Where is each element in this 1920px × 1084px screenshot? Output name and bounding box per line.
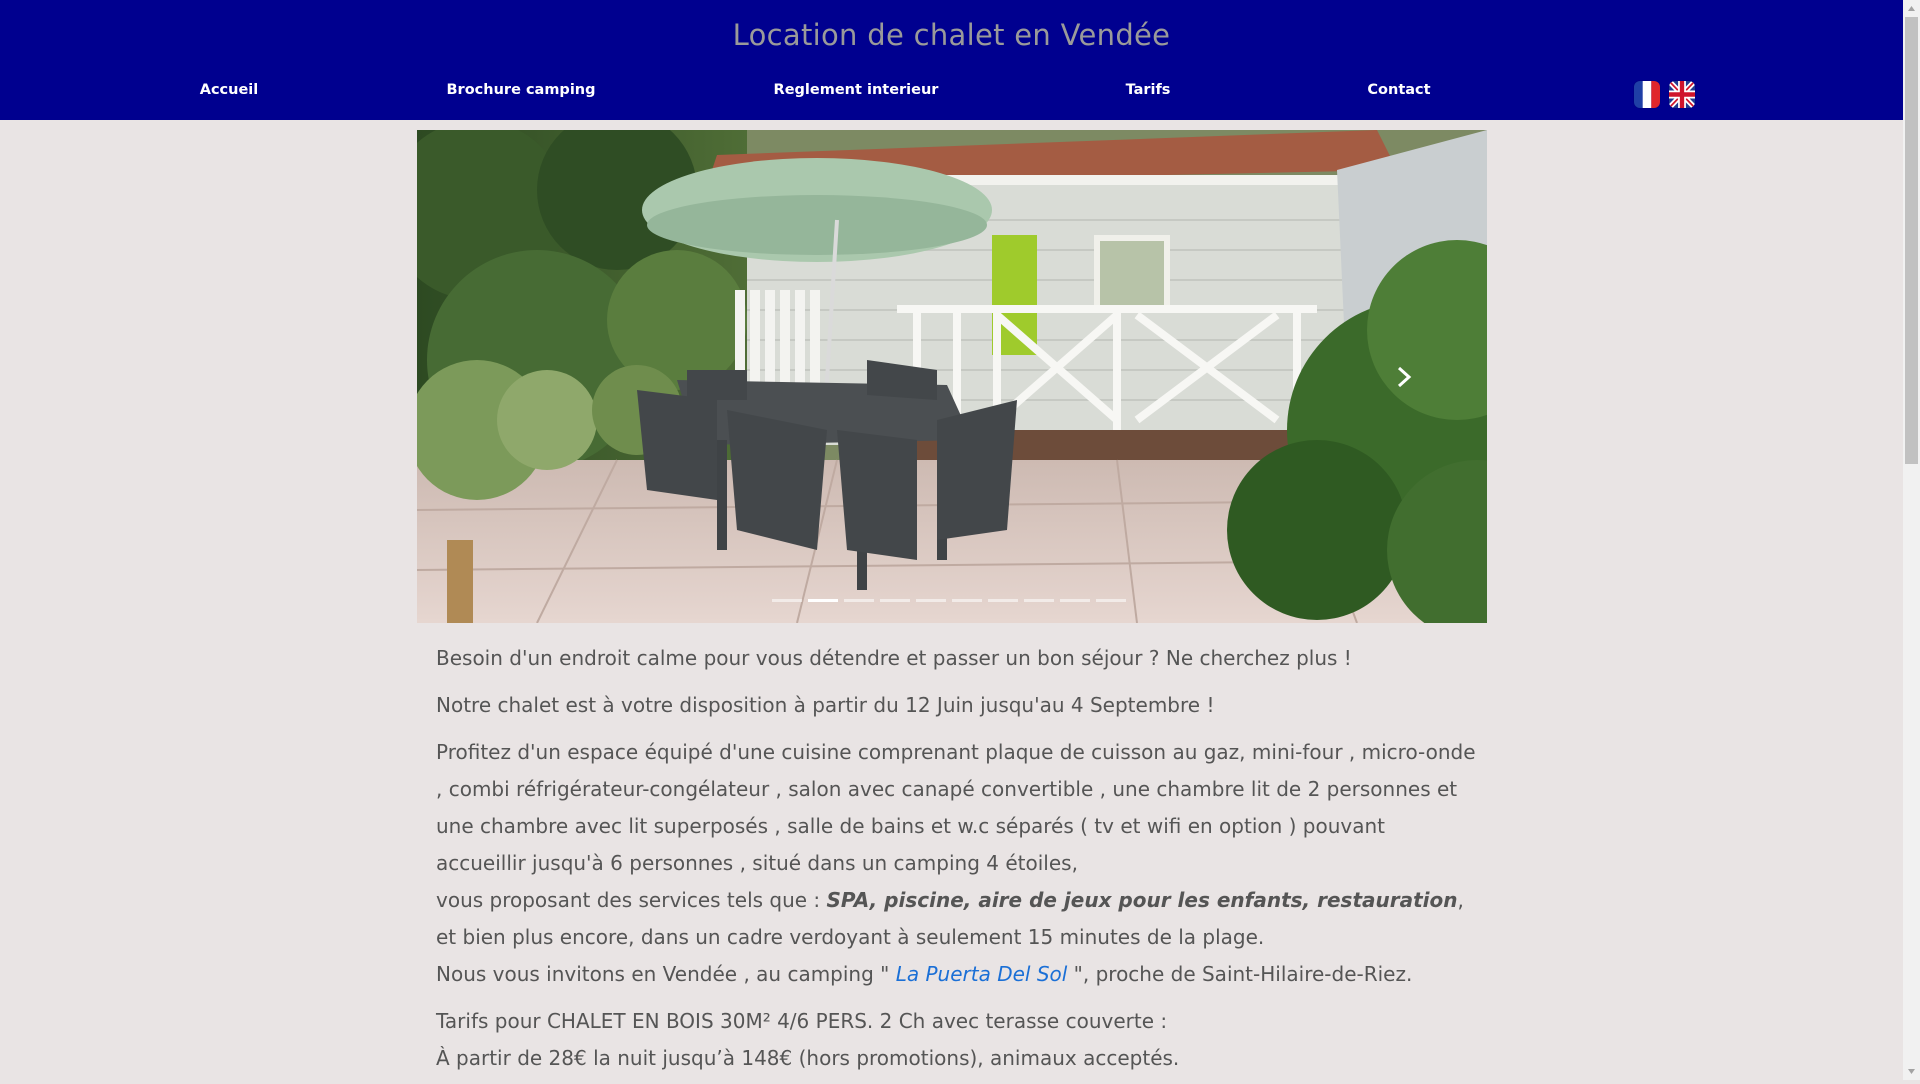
triangle-up-icon [1908, 6, 1915, 11]
photo-carousel[interactable] [417, 130, 1487, 623]
nav-accueil[interactable]: Accueil [200, 82, 259, 98]
carousel-indicator[interactable] [1024, 599, 1054, 602]
chevron-right-icon [1397, 366, 1412, 388]
nav-contact[interactable]: Contact [1367, 82, 1430, 98]
services-paragraph: vous proposant des services tels que : S… [436, 882, 1476, 956]
carousel-indicator[interactable] [772, 599, 802, 602]
page: Location de chalet en Vendée Accueil Bro… [0, 0, 1903, 1080]
service-sep: , [869, 888, 885, 912]
service-sep: , [1302, 888, 1318, 912]
triangle-down-icon [1908, 1069, 1915, 1074]
service-spa: SPA [826, 888, 870, 912]
carousel-indicator[interactable] [988, 599, 1018, 602]
nav-brochure-camping[interactable]: Brochure camping [447, 82, 596, 98]
scroll-down-button[interactable] [1903, 1063, 1920, 1080]
carousel-indicator[interactable] [952, 599, 982, 602]
description-paragraph: Profitez d'un espace équipé d'une cuisin… [436, 740, 1476, 875]
carousel-indicators [772, 599, 1126, 605]
service-aire-de-jeux: aire de jeux pour les enfants [978, 888, 1303, 912]
nav-tarifs[interactable]: Tarifs [1126, 82, 1171, 98]
service-piscine: piscine [884, 888, 964, 912]
nav-reglement-interieur[interactable]: Reglement interieur [774, 82, 939, 98]
main-content: Besoin d'un endroit calme pour vous déte… [436, 640, 1476, 1077]
site-header: Location de chalet en Vendée Accueil Bro… [0, 0, 1903, 120]
carousel-indicator[interactable] [1060, 599, 1090, 602]
tarif-title: Tarifs pour CHALET EN BOIS 30M² 4/6 PERS… [436, 1009, 1168, 1033]
scroll-up-button[interactable] [1903, 0, 1920, 17]
invitation-paragraph: Nous vous invitons en Vendée , au campin… [436, 956, 1476, 993]
carousel-indicator[interactable] [916, 599, 946, 602]
camping-link[interactable]: La Puerta Del Sol [896, 962, 1068, 986]
carousel-indicator[interactable] [1096, 599, 1126, 602]
carousel-next-button[interactable] [1391, 362, 1417, 392]
chalet-terrace-photo [417, 130, 1487, 623]
invitation-suffix: ", proche de Saint-Hilaire-de-Riez. [1067, 962, 1413, 986]
fr-flag-icon[interactable] [1634, 81, 1660, 108]
vertical-scrollbar[interactable] [1903, 0, 1920, 1080]
uk-flag-icon[interactable] [1669, 81, 1695, 108]
invitation-prefix: Nous vous invitons en Vendée , au campin… [436, 962, 896, 986]
site-title: Location de chalet en Vendée [732, 18, 1171, 52]
services-prefix: vous proposant des services tels que : [436, 888, 827, 912]
service-restauration: restauration [1317, 888, 1458, 912]
scrollbar-thumb[interactable] [1905, 17, 1918, 464]
carousel-indicator[interactable] [880, 599, 910, 602]
availability-paragraph: Notre chalet est à votre disposition à p… [436, 693, 1215, 717]
carousel-indicator[interactable] [844, 599, 874, 602]
tarif-price: À partir de 28€ la nuit jusqu’à 148€ (ho… [436, 1046, 1180, 1070]
service-sep: , [963, 888, 979, 912]
carousel-indicator-active[interactable] [808, 599, 838, 602]
intro-paragraph: Besoin d'un endroit calme pour vous déte… [436, 646, 1352, 670]
